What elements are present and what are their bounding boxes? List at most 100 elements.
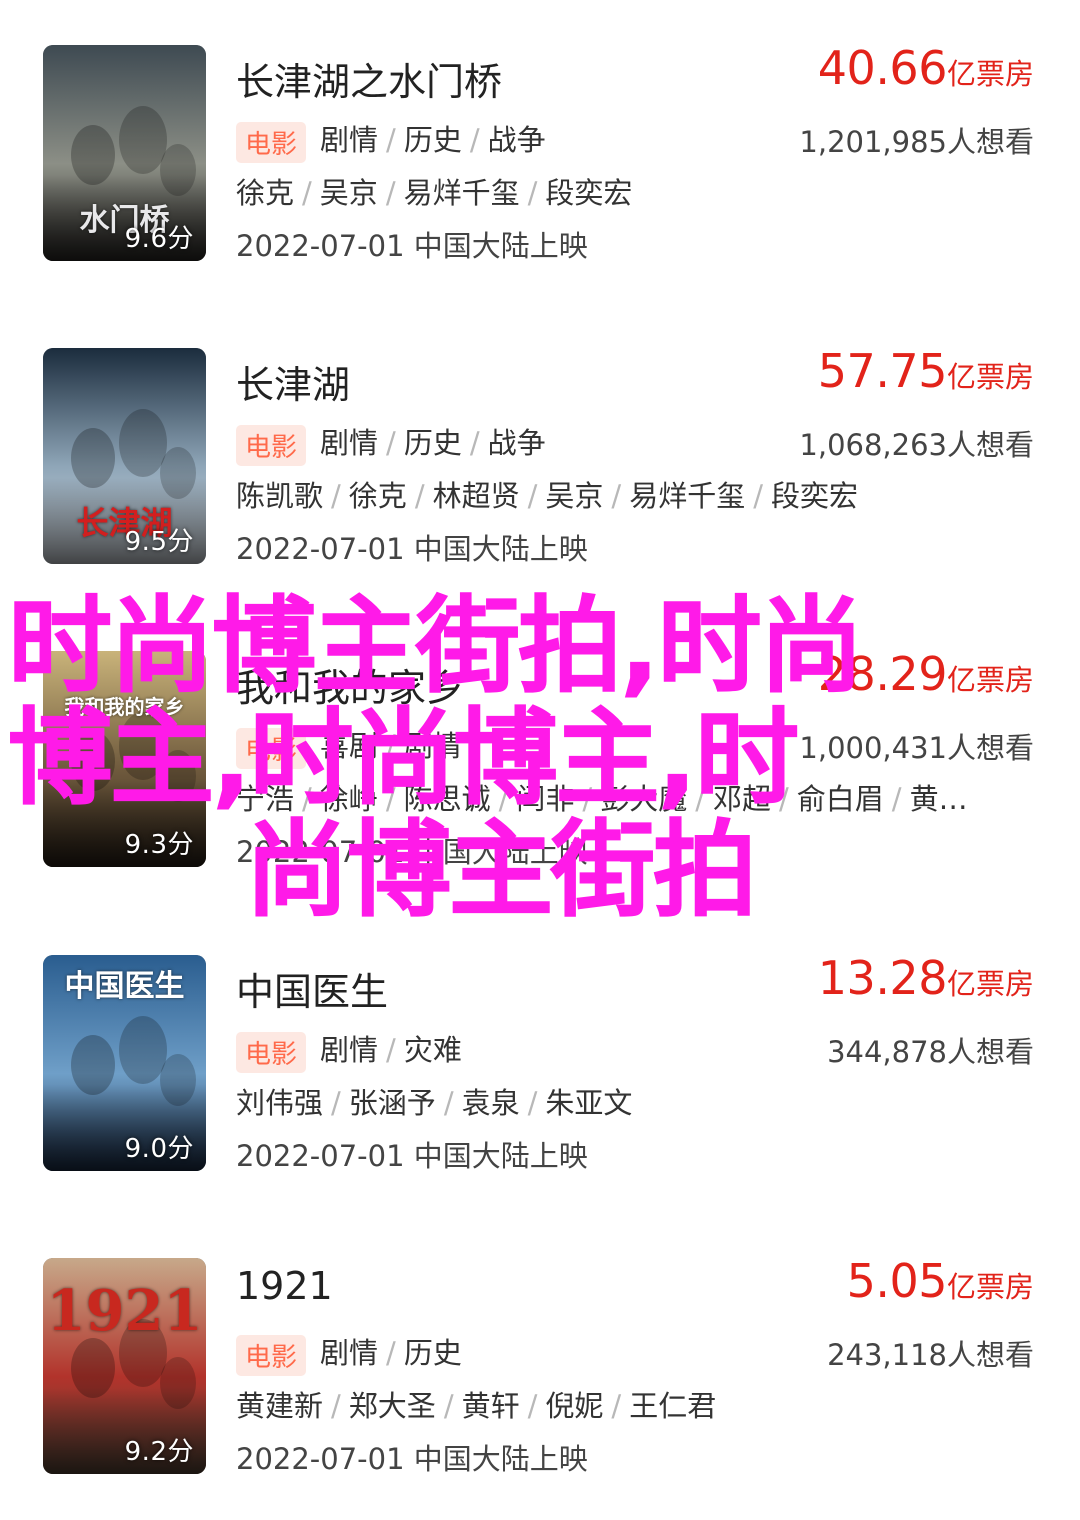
want-to-watch-count: 1,068,263人想看 <box>799 428 1034 462</box>
cast-member[interactable]: 彭大魔 <box>600 782 687 816</box>
movie-title[interactable]: 中国医生 <box>236 961 388 1016</box>
box-office-unit: 亿票房 <box>946 663 1034 697</box>
separator: / <box>611 479 622 513</box>
release-info: 2022-07-01 中国大陆上映 <box>236 1442 588 1476</box>
movie-poster[interactable]: 长津湖 9.5分 <box>43 348 206 564</box>
genre-label: 灾难 <box>403 1033 462 1067</box>
cast-member[interactable]: 吴京 <box>320 176 378 210</box>
movie-card[interactable]: 1921 9.2分 1921 5.05亿票房 电影 剧情 / 历史 243,118人想… <box>0 1254 1080 1518</box>
cast-member[interactable]: 朱亚文 <box>545 1086 632 1120</box>
separator: / <box>386 1336 396 1370</box>
separator: / <box>443 1389 454 1423</box>
box-office-unit: 亿票房 <box>946 1270 1034 1304</box>
poster-logo-text: 1921 <box>46 1278 203 1344</box>
genre-row: 电影 喜剧 / 剧情 <box>236 723 462 769</box>
cast-row: 刘伟强 / 张涵予 / 袁泉 / 朱亚文 <box>236 1080 632 1122</box>
separator: / <box>498 782 509 816</box>
cast-member[interactable]: 易烊千玺 <box>629 479 745 513</box>
movie-card[interactable]: 我和我的家乡 9.3分 我和我的家乡 28.29亿票房 电影 喜剧 / 剧情 1,00… <box>0 647 1080 911</box>
separator: / <box>469 123 480 157</box>
separator: / <box>386 1033 396 1067</box>
cast-member[interactable]: 易烊千玺 <box>404 176 520 210</box>
box-office-value: 28.29 <box>817 647 948 701</box>
category-tag: 电影 <box>236 121 307 163</box>
cast-row: 陈凯歌 / 徐克 / 林超贤 / 吴京 / 易烊千玺 / 段奕宏 <box>236 473 858 515</box>
box-office-unit: 亿票房 <box>946 967 1034 1001</box>
genre-label: 剧情 <box>403 729 462 763</box>
movie-title[interactable]: 长津湖 <box>236 354 350 409</box>
separator: / <box>386 426 396 460</box>
cast-member[interactable]: 袁泉 <box>462 1086 520 1120</box>
cast-member[interactable]: 张涵予 <box>349 1086 436 1120</box>
cast-member[interactable]: 王仁君 <box>629 1389 716 1423</box>
separator: / <box>302 176 312 210</box>
category-tag: 电影 <box>236 727 307 769</box>
genre-label: 剧情 <box>320 1033 379 1067</box>
cast-member[interactable]: 徐克 <box>349 479 407 513</box>
separator: / <box>695 782 705 816</box>
separator: / <box>469 426 480 460</box>
cast-member[interactable]: 段奕宏 <box>771 479 858 513</box>
cast-member[interactable]: 俞白眉 <box>797 782 884 816</box>
box-office: 13.28亿票房 <box>818 951 1034 1005</box>
cast-member[interactable]: 陈思诚 <box>404 782 491 816</box>
separator: / <box>331 1389 341 1423</box>
release-info: 2022-07-01 中国大陆上映 <box>236 229 588 263</box>
want-to-watch-count: 243,118人想看 <box>827 1338 1034 1372</box>
movie-poster[interactable]: 水门桥 9.6分 <box>43 45 206 261</box>
cast-member[interactable]: 黄… <box>910 782 968 816</box>
cast-member[interactable]: 黄轩 <box>462 1389 520 1423</box>
genre-label: 喜剧 <box>320 729 379 763</box>
rating-score: 9.5分 <box>124 527 194 557</box>
want-to-watch-count: 1,000,431人想看 <box>799 731 1034 765</box>
release-info: 2022-07-01 中国大陆上映 <box>236 532 588 566</box>
cast-member[interactable]: 倪妮 <box>545 1389 603 1423</box>
separator: / <box>611 1389 622 1423</box>
movie-title[interactable]: 我和我的家乡 <box>236 657 464 712</box>
genre-row: 电影 剧情 / 历史 / 战争 <box>236 117 546 163</box>
cast-member[interactable]: 徐峥 <box>320 782 378 816</box>
genre-row: 电影 剧情 / 历史 <box>236 1330 462 1376</box>
movie-title[interactable]: 长津湖之水门桥 <box>236 51 502 106</box>
rating-score: 9.2分 <box>124 1437 194 1467</box>
movie-card[interactable]: 长津湖 9.5分 长津湖 57.75亿票房 电影 剧情 / 历史 / 战争 1,068,2… <box>0 344 1080 608</box>
cast-member[interactable]: 黄建新 <box>236 1389 323 1423</box>
genre-label: 战争 <box>487 123 546 157</box>
cast-member[interactable]: 林超贤 <box>433 479 520 513</box>
separator: / <box>582 782 593 816</box>
movie-card[interactable]: 水门桥 9.6分 长津湖之水门桥 40.66亿票房 电影 剧情 / 历史 / 战争 1,2… <box>0 41 1080 305</box>
category-tag: 电影 <box>236 424 307 466</box>
separator: / <box>527 479 538 513</box>
box-office-unit: 亿票房 <box>946 360 1034 394</box>
cast-member[interactable]: 徐克 <box>236 176 294 210</box>
want-to-watch-count: 344,878人想看 <box>827 1035 1034 1069</box>
genre-row: 电影 剧情 / 历史 / 战争 <box>236 420 546 466</box>
poster-logo-text: 中国医生 <box>64 969 185 1004</box>
box-office: 40.66亿票房 <box>818 41 1034 95</box>
separator: / <box>331 1086 341 1120</box>
cast-row: 黄建新 / 郑大圣 / 黄轩 / 倪妮 / 王仁君 <box>236 1383 716 1425</box>
movie-title[interactable]: 1921 <box>236 1264 333 1308</box>
cast-member[interactable]: 宁浩 <box>236 782 294 816</box>
box-office: 28.29亿票房 <box>818 647 1034 701</box>
box-office-value: 57.75 <box>817 344 948 398</box>
separator: / <box>443 1086 454 1120</box>
cast-member[interactable]: 吴京 <box>545 479 603 513</box>
cast-member[interactable]: 郑大圣 <box>349 1389 436 1423</box>
cast-member[interactable]: 闫非 <box>516 782 574 816</box>
cast-member[interactable]: 陈凯歌 <box>236 479 323 513</box>
box-office-value: 5.05 <box>846 1254 948 1308</box>
cast-member[interactable]: 刘伟强 <box>236 1086 323 1120</box>
genre-label: 历史 <box>403 426 462 460</box>
movie-poster[interactable]: 我和我的家乡 9.3分 <box>43 651 206 867</box>
genre-label: 战争 <box>487 426 546 460</box>
movie-poster[interactable]: 中国医生 9.0分 <box>43 955 206 1171</box>
separator: / <box>779 782 789 816</box>
poster-logo-text: 我和我的家乡 <box>64 695 185 719</box>
movie-card[interactable]: 中国医生 9.0分 中国医生 13.28亿票房 电影 剧情 / 灾难 344,878人… <box>0 951 1080 1215</box>
cast-member[interactable]: 邓超 <box>713 782 771 816</box>
separator: / <box>302 782 312 816</box>
genre-label: 剧情 <box>320 123 379 157</box>
cast-member[interactable]: 段奕宏 <box>545 176 632 210</box>
movie-poster[interactable]: 1921 9.2分 <box>43 1258 206 1474</box>
